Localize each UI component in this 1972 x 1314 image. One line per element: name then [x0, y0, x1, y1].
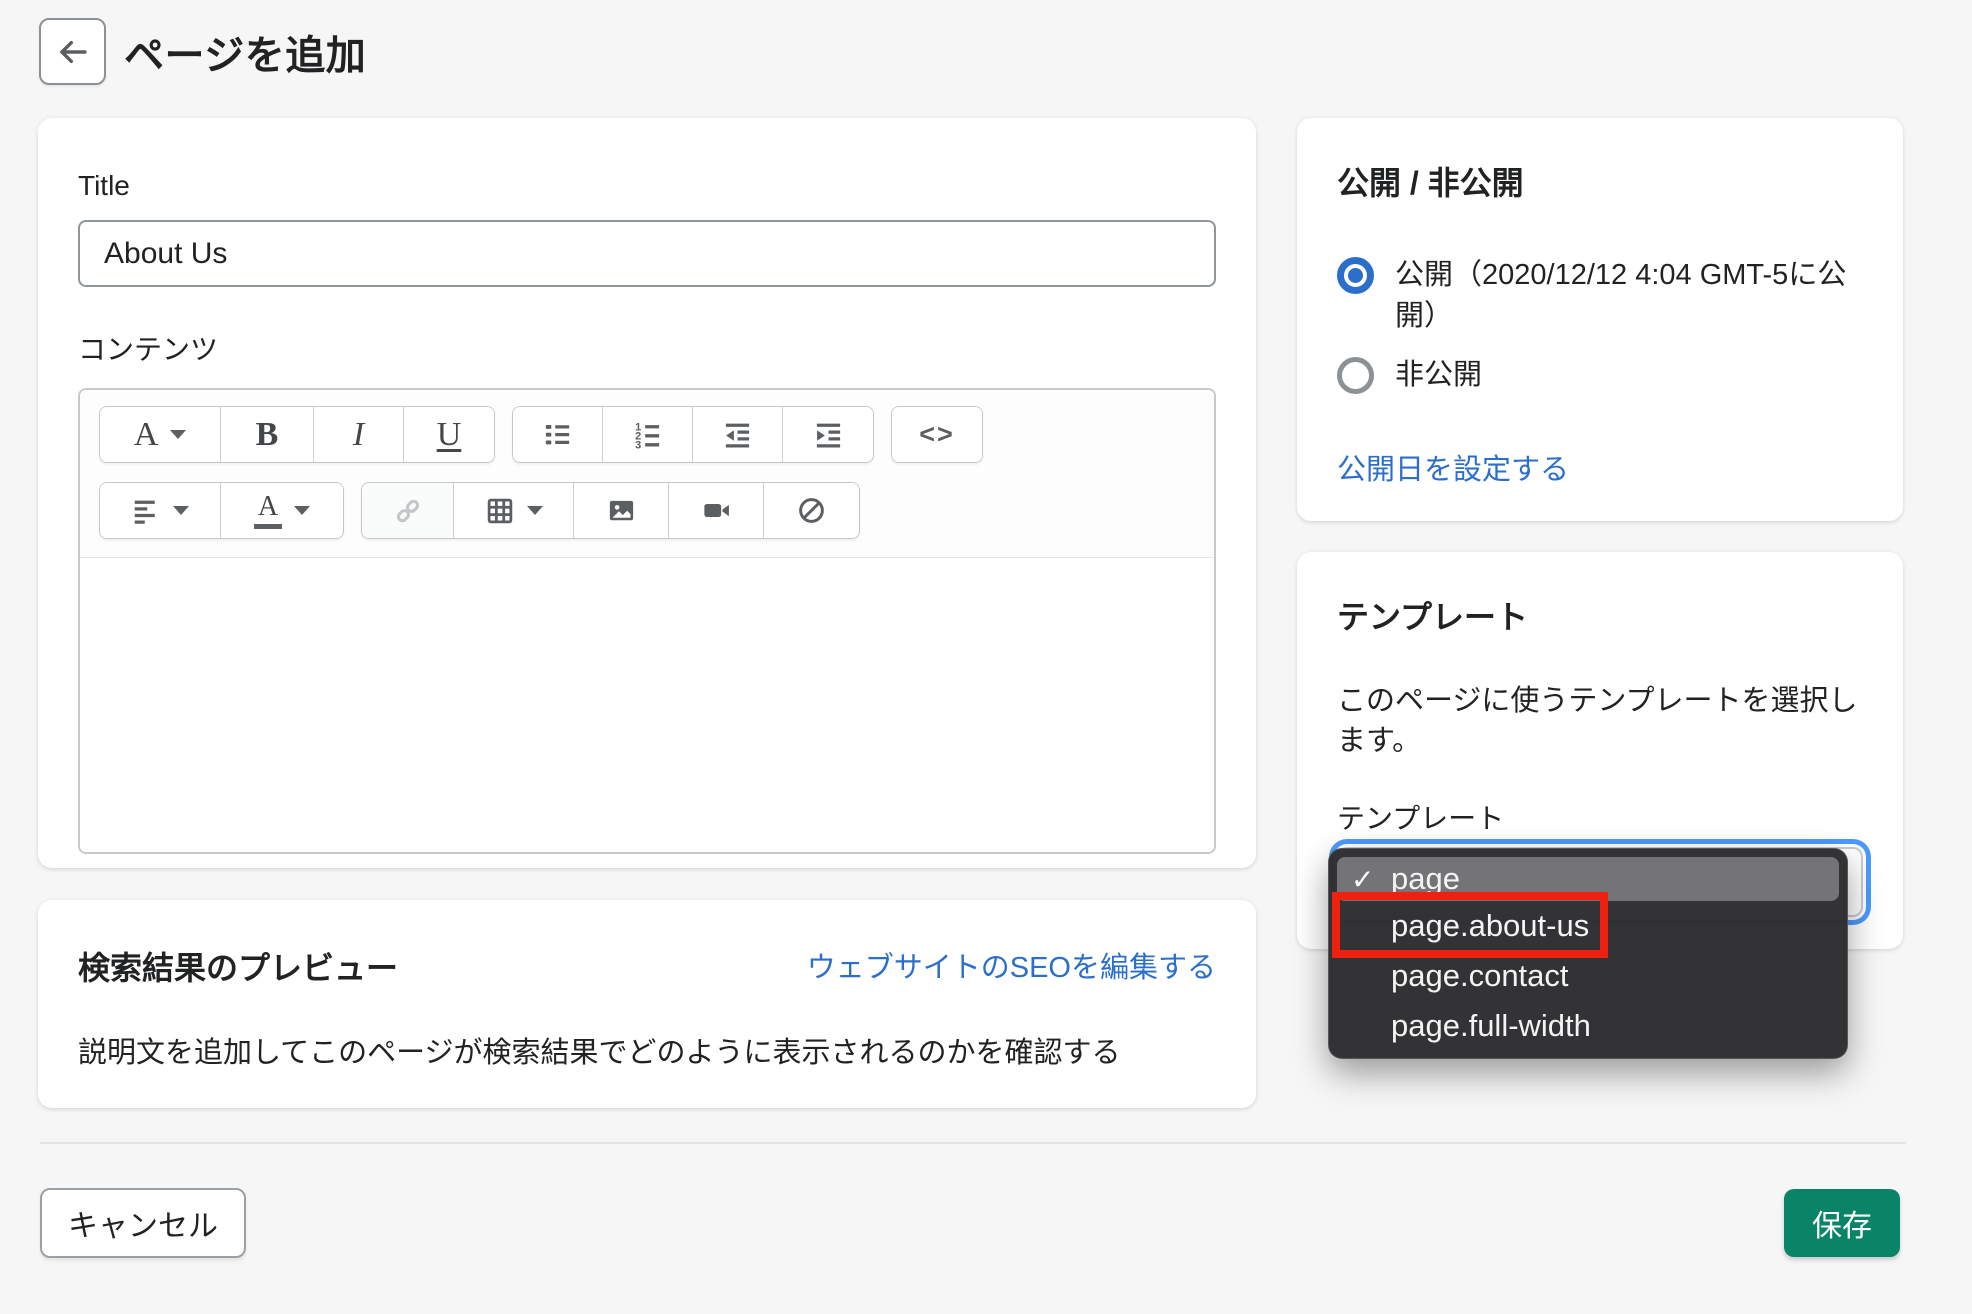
formatting-button[interactable]: A	[100, 407, 221, 462]
bold-icon: B	[255, 415, 279, 453]
indent-icon	[813, 419, 844, 450]
left-column: Title コンテンツ A B	[38, 118, 1256, 1108]
cancel-button[interactable]: キャンセル	[40, 1188, 246, 1258]
add-page-screen: { "header": { "title": "ページを追加" }, "edit…	[0, 0, 1972, 1314]
dropdown-option-page-about-us[interactable]: page.about-us	[1337, 901, 1839, 951]
rich-text-editor: A B I U 1 2 3 <> A	[78, 388, 1216, 854]
footer-divider	[40, 1142, 1906, 1144]
footer-actions: キャンセル 保存	[40, 1188, 1900, 1258]
outdent-icon	[722, 419, 753, 450]
dropdown-option-label: page.full-width	[1391, 1008, 1591, 1043]
formatting-label: A	[133, 415, 159, 453]
edit-website-seo-link[interactable]: ウェブサイトのSEOを編集する	[807, 948, 1216, 988]
radio-unselected-icon	[1337, 357, 1374, 394]
visibility-heading: 公開 / 非公開	[1337, 165, 1524, 201]
content-label: コンテンツ	[78, 334, 219, 365]
dropdown-option-label: page.about-us	[1391, 908, 1590, 943]
link-icon	[392, 495, 424, 527]
underline-button[interactable]: U	[404, 407, 494, 462]
chevron-down-icon	[173, 506, 189, 515]
clear-formatting-button[interactable]	[764, 483, 859, 538]
back-button[interactable]	[39, 18, 106, 85]
numbered-list-button[interactable]: 123	[603, 407, 693, 462]
set-publish-date-link[interactable]: 公開日を設定する	[1337, 450, 1569, 490]
list-indent-group: 123	[512, 406, 874, 463]
template-dropdown-menu: ✓ page page.about-us page.contact page.f…	[1328, 848, 1848, 1059]
visibility-radio-group: 公開（2020/12/12 4:04 GMT-5に公開） 非公開	[1337, 255, 1863, 396]
code-group: <>	[891, 406, 983, 463]
insert-link-button-disabled	[362, 483, 454, 538]
align-color-group: A	[99, 482, 344, 539]
clear-formatting-icon	[796, 495, 827, 526]
italic-button[interactable]: I	[314, 407, 404, 462]
bulleted-list-button[interactable]	[513, 407, 603, 462]
radio-option-hidden-label: 非公開	[1395, 359, 1483, 391]
chevron-down-icon	[170, 430, 187, 439]
page-title: ページを追加	[124, 33, 367, 78]
rte-toolbar: A B I U 1 2 3 <> A	[80, 390, 1214, 558]
title-input[interactable]	[78, 220, 1216, 287]
seo-description: 説明文を追加してこのページが検索結果でどのように表示されるのかを確認する	[78, 1037, 1121, 1069]
title-label: Title	[78, 170, 130, 201]
insert-image-button[interactable]	[574, 483, 669, 538]
visibility-card: 公開 / 非公開 公開（2020/12/12 4:04 GMT-5に公開） 非公…	[1297, 118, 1903, 521]
bulleted-list-icon	[542, 419, 573, 450]
dropdown-option-page[interactable]: ✓ page	[1337, 857, 1839, 901]
numbered-list-icon: 123	[632, 419, 663, 450]
save-button[interactable]: 保存	[1784, 1189, 1900, 1257]
editor-card: Title コンテンツ A B	[38, 118, 1256, 868]
insert-group	[361, 482, 860, 539]
page-header: ページを追加	[0, 0, 1972, 85]
insert-table-button[interactable]	[454, 483, 574, 538]
template-heading: テンプレート	[1337, 599, 1529, 635]
editor-content-area[interactable]	[80, 558, 1214, 852]
alignment-button[interactable]	[100, 483, 221, 538]
chevron-down-icon	[294, 506, 310, 515]
template-select-label: テンプレート	[1337, 803, 1505, 834]
outdent-button[interactable]	[693, 407, 783, 462]
radio-option-visible[interactable]: 公開（2020/12/12 4:04 GMT-5に公開）	[1337, 255, 1863, 337]
toolbar-row-1: A B I U 1 2 3 <>	[99, 406, 1195, 463]
text-color-button[interactable]: A	[221, 483, 343, 538]
dropdown-option-page-full-width[interactable]: page.full-width	[1337, 1001, 1839, 1051]
radio-option-hidden[interactable]: 非公開	[1337, 355, 1863, 396]
chevron-down-icon	[526, 506, 543, 515]
dropdown-option-label: page.contact	[1391, 958, 1569, 993]
back-arrow-icon	[56, 35, 90, 69]
show-html-button[interactable]: <>	[892, 407, 982, 462]
text-style-group: A B I U	[99, 406, 495, 463]
radio-option-visible-label: 公開（2020/12/12 4:04 GMT-5に公開）	[1395, 259, 1847, 332]
table-icon	[485, 496, 515, 526]
code-icon: <>	[919, 419, 955, 449]
dropdown-option-label: page	[1391, 861, 1460, 896]
dropdown-option-page-contact[interactable]: page.contact	[1337, 951, 1839, 1001]
image-icon	[606, 495, 637, 526]
svg-text:3: 3	[635, 440, 641, 450]
template-description: このページに使うテンプレートを選択します。	[1337, 685, 1858, 757]
italic-icon: I	[352, 415, 365, 453]
radio-selected-icon	[1337, 257, 1374, 294]
align-left-icon	[131, 496, 161, 526]
insert-video-button[interactable]	[669, 483, 764, 538]
text-color-icon: A	[254, 492, 282, 529]
video-icon	[701, 495, 732, 526]
seo-preview-card: 検索結果のプレビュー ウェブサイトのSEOを編集する 説明文を追加してこのページ…	[38, 900, 1256, 1108]
underline-icon: U	[436, 415, 462, 453]
indent-button[interactable]	[783, 407, 873, 462]
toolbar-row-2: A	[99, 482, 1195, 539]
checkmark-icon: ✓	[1351, 863, 1375, 895]
bold-button[interactable]: B	[221, 407, 314, 462]
seo-heading: 検索結果のプレビュー	[78, 950, 399, 986]
